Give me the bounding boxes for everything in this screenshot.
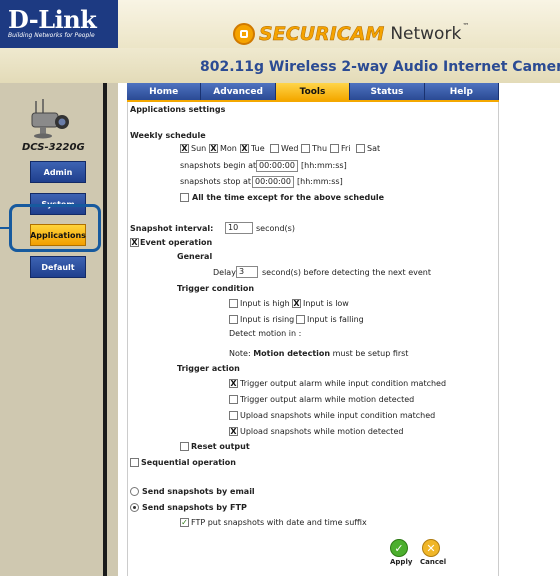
brand-name: D-Link: [8, 5, 97, 34]
input-falling-checkbox[interactable]: [296, 315, 305, 324]
lock-icon: [233, 23, 255, 45]
delay-suffix: second(s) before detecting the next even…: [262, 268, 432, 277]
snapshot-interval-label: Snapshot interval:: [130, 224, 214, 233]
tab-status[interactable]: Status: [350, 83, 425, 100]
day-sun-checkbox[interactable]: X: [180, 144, 189, 153]
day-fri-label: Fri: [341, 144, 351, 153]
action-2-label: Trigger output alarm while motion detect…: [240, 395, 415, 404]
day-mon-checkbox[interactable]: X: [209, 144, 218, 153]
tab-home[interactable]: Home: [127, 83, 202, 100]
input-rising-label: Input is rising: [240, 315, 295, 324]
send-email-radio[interactable]: [130, 487, 139, 496]
begin-time-input[interactable]: 00:00:00: [256, 160, 298, 172]
action-3-checkbox[interactable]: [229, 411, 238, 420]
delay-label: Delay: [213, 268, 236, 277]
motion-note: Note: Motion detection must be setup fir…: [229, 349, 408, 358]
day-wed-checkbox[interactable]: [270, 144, 279, 153]
input-falling-label: Input is falling: [307, 315, 364, 324]
securicam-logo: SECURICAM Network ™: [233, 22, 469, 46]
trigger-condition-label: Trigger condition: [177, 284, 255, 293]
stop-label: snapshots stop at: [180, 177, 252, 186]
page-title: 802.11g Wireless 2-way Audio Internet Ca…: [200, 59, 560, 75]
sidebar-divider: [103, 83, 107, 576]
ftp-suffix-label: FTP put snapshots with date and time suf…: [191, 518, 367, 527]
all-time-checkbox[interactable]: [180, 193, 189, 202]
logo-word-a: SECURI: [259, 23, 337, 46]
send-email-label: Send snapshots by email: [142, 487, 255, 496]
applications-form: Applications settings Weekly schedule X …: [127, 102, 499, 576]
tab-tools[interactable]: Tools: [275, 83, 351, 100]
stop-hint: [hh:mm:ss]: [297, 177, 343, 186]
input-low-label: Input is low: [303, 299, 349, 308]
event-operation-label: Event operation: [140, 238, 213, 247]
reset-output-label: Reset output: [191, 442, 250, 451]
apply-icon[interactable]: ✓: [390, 539, 408, 557]
begin-hint: [hh:mm:ss]: [301, 161, 347, 170]
day-thu-checkbox[interactable]: [301, 144, 310, 153]
ftp-suffix-checkbox[interactable]: ✓: [180, 518, 189, 527]
tab-help[interactable]: Help: [424, 83, 500, 100]
logo-trademark: ™: [462, 22, 470, 30]
send-ftp-label: Send snapshots by FTP: [142, 503, 247, 512]
note-suffix: must be setup first: [332, 349, 409, 358]
sequential-checkbox[interactable]: [130, 458, 139, 467]
day-tue-label: Tue: [251, 144, 265, 153]
begin-label: snapshots begin at: [180, 161, 257, 170]
day-sat-checkbox[interactable]: [356, 144, 365, 153]
brand-tagline: Building Networks for People: [8, 32, 95, 39]
apply-label[interactable]: Apply: [390, 558, 412, 566]
detect-motion-label: Detect motion in :: [229, 329, 302, 338]
note-prefix: Note:: [229, 349, 251, 358]
event-operation-checkbox[interactable]: X: [130, 238, 139, 247]
day-tue-checkbox[interactable]: X: [240, 144, 249, 153]
reset-output-checkbox[interactable]: [180, 442, 189, 451]
model-name: DCS-3220G: [22, 142, 85, 153]
snapshot-interval-input[interactable]: 10: [225, 222, 253, 234]
cancel-icon[interactable]: ✕: [422, 539, 440, 557]
active-nav-highlight: [9, 204, 101, 252]
action-1-label: Trigger output alarm while input conditi…: [240, 379, 447, 388]
nav-default-button[interactable]: Default: [30, 256, 86, 278]
page-header: D-Link Building Networks for People SECU…: [0, 0, 560, 83]
input-rising-checkbox[interactable]: [229, 315, 238, 324]
day-wed-label: Wed: [281, 144, 299, 153]
nav-admin-button[interactable]: Admin: [30, 161, 86, 183]
action-2-checkbox[interactable]: [229, 395, 238, 404]
tab-advanced[interactable]: Advanced: [201, 83, 276, 100]
input-low-checkbox[interactable]: X: [292, 299, 301, 308]
input-high-checkbox[interactable]: [229, 299, 238, 308]
snapshot-interval-unit: second(s): [256, 224, 295, 233]
section-title: Applications settings: [130, 105, 226, 114]
brand-logo: D-Link Building Networks for People: [0, 0, 118, 48]
right-margin: [508, 83, 560, 576]
action-1-checkbox[interactable]: X: [229, 379, 238, 388]
trigger-action-label: Trigger action: [177, 364, 240, 373]
day-thu-label: Thu: [312, 144, 328, 153]
day-sat-label: Sat: [367, 144, 381, 153]
camera-image: [31, 99, 69, 139]
top-tabs: Home Advanced Tools Status Help: [127, 83, 500, 100]
stop-time-input[interactable]: 00:00:00: [252, 176, 294, 188]
left-sidebar: [0, 83, 118, 576]
day-mon-label: Mon: [220, 144, 237, 153]
logo-word: SECURICAM: [259, 23, 385, 46]
logo-suffix: Network: [390, 24, 462, 44]
all-time-label: All the time except for the above schedu…: [192, 193, 385, 202]
action-3-label: Upload snapshots while input condition m…: [240, 411, 436, 420]
input-high-label: Input is high: [240, 299, 290, 308]
sequential-label: Sequential operation: [141, 458, 236, 467]
highlight-pointer: [0, 227, 10, 229]
day-sun-label: Sun: [191, 144, 207, 153]
weekly-schedule-label: Weekly schedule: [130, 131, 206, 140]
action-4-checkbox[interactable]: X: [229, 427, 238, 436]
day-fri-checkbox[interactable]: [330, 144, 339, 153]
send-ftp-radio[interactable]: [130, 503, 139, 512]
action-4-label: Upload snapshots while motion detected: [240, 427, 404, 436]
general-label: General: [177, 252, 213, 261]
logo-word-b: CAM: [336, 23, 385, 46]
note-bold: Motion detection: [253, 349, 331, 358]
delay-input[interactable]: 3: [236, 266, 258, 278]
cancel-label[interactable]: Cancel: [420, 558, 446, 566]
